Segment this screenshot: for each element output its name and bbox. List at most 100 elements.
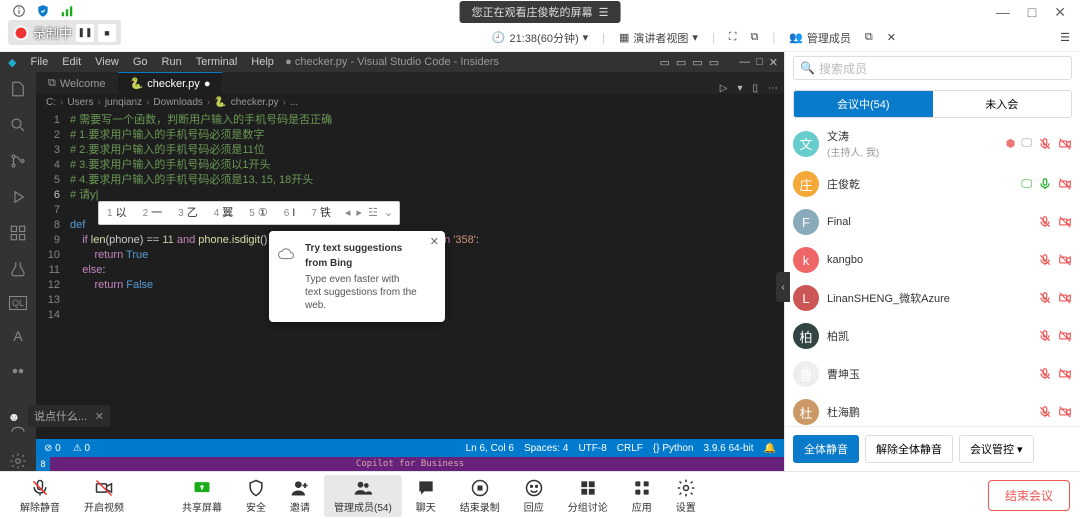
menu-edit[interactable]: Edit xyxy=(62,56,81,68)
layout-icon[interactable]: ▭ xyxy=(660,56,670,69)
camera-icon[interactable] xyxy=(1058,405,1072,419)
fullscreen-icon[interactable]: ⛶ xyxy=(729,31,737,44)
signal-icon[interactable] xyxy=(60,4,74,21)
popup-close-icon[interactable]: ✕ xyxy=(430,235,439,250)
split-icon[interactable]: ▯ xyxy=(752,83,758,94)
chat-button[interactable]: 聊天 xyxy=(406,475,446,517)
view-mode-selector[interactable]: ▦ 演讲者视图 ▾ xyxy=(619,30,698,46)
end-meeting-button[interactable]: 结束会议 xyxy=(988,480,1070,511)
debug-icon[interactable] xyxy=(9,188,27,206)
status-bell-icon[interactable]: 🔔 xyxy=(764,443,776,454)
member-row[interactable]: 杜杜海鹏 xyxy=(785,393,1080,426)
menu-terminal[interactable]: Terminal xyxy=(196,56,238,68)
menu-file[interactable]: File xyxy=(30,56,48,68)
camera-icon[interactable] xyxy=(1058,137,1072,151)
run-icon[interactable]: ▷ xyxy=(720,83,728,94)
status-language[interactable]: {} Python xyxy=(653,443,694,454)
manage-members-button[interactable]: 管理成员(54) xyxy=(324,475,402,517)
breadcrumb[interactable]: C:› Users› junqianz› Downloads› 🐍checker… xyxy=(36,94,784,111)
vsc-close-icon[interactable]: ✕ xyxy=(769,56,778,69)
layout-icon[interactable]: ▭ xyxy=(676,56,686,69)
maximize-button[interactable]: □ xyxy=(1028,4,1036,21)
close-button[interactable]: ✕ xyxy=(1054,4,1066,21)
camera-icon[interactable] xyxy=(1058,329,1072,343)
test-icon[interactable] xyxy=(9,260,27,278)
member-row[interactable]: 曹曹坤玉 xyxy=(785,355,1080,393)
toggle-video-button[interactable]: 开启视频 xyxy=(74,475,134,517)
member-row[interactable]: 柏柏凯 xyxy=(785,317,1080,355)
member-row[interactable]: kkangbo xyxy=(785,241,1080,279)
layout-icon[interactable]: ▭ xyxy=(709,56,719,69)
chat-close-icon[interactable]: ✕ xyxy=(95,410,104,423)
ime-candidate-bar[interactable]: 1以 2一 3乙 4翼 5① 6I 7铁 ◂▸☳⌄ xyxy=(98,201,400,225)
collapse-panel-button[interactable]: ‹ xyxy=(776,272,790,302)
menu-view[interactable]: View xyxy=(95,56,119,68)
copilot-icon[interactable] xyxy=(9,362,27,380)
ime-next-icon[interactable]: ▸ xyxy=(356,206,362,221)
status-eol[interactable]: CRLF xyxy=(617,443,643,454)
camera-icon[interactable] xyxy=(1058,215,1072,229)
toggle-mute-button[interactable]: 解除静音 xyxy=(10,475,70,517)
mic-icon[interactable] xyxy=(1038,177,1052,191)
mic-icon[interactable] xyxy=(1038,215,1052,229)
menu-run[interactable]: Run xyxy=(162,56,182,68)
member-row[interactable]: 庄庄俊乾🖵 xyxy=(785,165,1080,203)
camera-icon[interactable] xyxy=(1058,367,1072,381)
mic-icon[interactable] xyxy=(1038,329,1052,343)
stop-recording-button[interactable]: ■ xyxy=(98,24,116,42)
chat-input[interactable]: 说点什么... ✕ xyxy=(28,405,110,427)
ime-tool-icon[interactable]: ☳ xyxy=(368,206,378,221)
chat-emoji-button[interactable]: ☻ xyxy=(4,407,24,427)
menu-help[interactable]: Help xyxy=(251,56,274,68)
status-encoding[interactable]: UTF-8 xyxy=(578,443,606,454)
member-row[interactable]: 文文涛(主持人, 我)⬢🖵 xyxy=(785,122,1080,165)
camera-icon[interactable] xyxy=(1058,177,1072,191)
close-panel-icon[interactable]: ✕ xyxy=(887,31,896,44)
mute-all-button[interactable]: 全体静音 xyxy=(793,435,859,463)
tab-not-joined[interactable]: 未入会 xyxy=(933,91,1072,117)
layout-icon[interactable]: ▭ xyxy=(692,56,702,69)
tab-in-meeting[interactable]: 会议中(54) xyxy=(794,91,933,117)
more-menu-icon[interactable]: ☰ xyxy=(1060,31,1070,44)
minimize-button[interactable]: — xyxy=(996,4,1010,21)
invite-button[interactable]: 邀请 xyxy=(280,475,320,517)
extensions-icon[interactable] xyxy=(9,224,27,242)
member-row[interactable]: LLinanSHENG_微软Azure xyxy=(785,279,1080,317)
status-errors[interactable]: ⊘ 0 xyxy=(44,443,61,454)
mic-icon[interactable] xyxy=(1038,367,1052,381)
explorer-icon[interactable] xyxy=(9,80,27,98)
reactions-button[interactable]: 回应 xyxy=(514,475,554,517)
code-editor[interactable]: 1# 需要写一个函数，判断用户输入的手机号码是否正确 2# 1.要求用户输入的手… xyxy=(36,111,784,471)
vsc-minimize-icon[interactable]: — xyxy=(739,56,750,69)
tab-checker[interactable]: 🐍checker.py● xyxy=(118,72,223,94)
share-screen-button[interactable]: 共享屏幕 xyxy=(172,475,232,517)
member-search-input[interactable]: 🔍 搜索成员 xyxy=(793,56,1072,80)
gear-icon[interactable] xyxy=(9,452,27,470)
more-icon[interactable]: ⋯ xyxy=(768,83,778,94)
security-button[interactable]: 安全 xyxy=(236,475,276,517)
menu-go[interactable]: Go xyxy=(133,56,148,68)
mic-icon[interactable] xyxy=(1038,291,1052,305)
tab-welcome[interactable]: ⧉Welcome xyxy=(36,73,118,94)
settings-button[interactable]: 设置 xyxy=(666,475,706,517)
meeting-control-button[interactable]: 会议管控 ▾ xyxy=(959,435,1034,463)
sql-icon[interactable]: QL xyxy=(9,296,27,310)
shield-icon[interactable] xyxy=(36,4,50,21)
banner-menu-icon[interactable]: ☰ xyxy=(599,6,609,19)
pause-recording-button[interactable]: ❚❚ xyxy=(76,24,94,42)
apps-button[interactable]: 应用 xyxy=(622,475,662,517)
status-python-version[interactable]: 3.9.6 64-bit xyxy=(704,443,754,454)
unmute-all-button[interactable]: 解除全体静音 xyxy=(865,435,953,463)
vsc-maximize-icon[interactable]: □ xyxy=(756,56,763,69)
popout-icon[interactable]: ⧉ xyxy=(751,31,759,44)
source-control-icon[interactable] xyxy=(9,152,27,170)
ime-expand-icon[interactable]: ⌄ xyxy=(384,206,393,221)
mic-icon[interactable] xyxy=(1038,405,1052,419)
mic-icon[interactable] xyxy=(1038,137,1052,151)
member-row[interactable]: FFinal xyxy=(785,203,1080,241)
ime-prev-icon[interactable]: ◂ xyxy=(345,206,351,221)
status-warnings[interactable]: ⚠ 0 xyxy=(73,443,90,454)
azure-icon[interactable]: A xyxy=(13,328,22,344)
camera-icon[interactable] xyxy=(1058,291,1072,305)
manage-members-toggle[interactable]: 👥 管理成员 xyxy=(789,30,851,46)
